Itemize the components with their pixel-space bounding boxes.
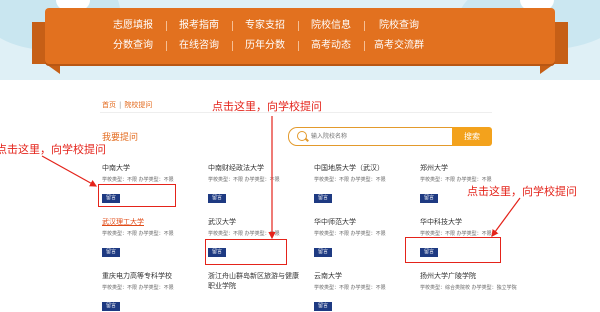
nav-item-college-info[interactable]: 院校信息 xyxy=(298,16,364,36)
nav-item-volunteer[interactable]: 志愿填报 xyxy=(100,16,166,36)
message-button[interactable]: 留言 xyxy=(314,302,333,311)
college-name[interactable]: 中国地质大学（武汉） xyxy=(314,163,414,173)
annotation-highlight-box xyxy=(405,237,501,263)
college-meta: 学校类型：不限 办学类型：不限 xyxy=(208,177,280,183)
college-card: 中国地质大学（武汉） 学校类型：不限 办学类型：不限 留言 xyxy=(314,163,414,203)
breadcrumb-current[interactable]: 院校提问 xyxy=(124,101,152,109)
nav-item-online-consult[interactable]: 在线咨询 xyxy=(166,36,232,56)
college-meta: 学校类型：不限 办学类型：不限 xyxy=(102,285,174,291)
search-icon xyxy=(297,131,307,141)
college-name[interactable]: 华中师范大学 xyxy=(314,217,414,227)
college-meta: 学校类型：不限 办学类型：不限 xyxy=(208,231,280,237)
college-name[interactable]: 中南大学 xyxy=(102,163,202,173)
college-name[interactable]: 武汉理工大学 xyxy=(102,217,202,227)
annotation-arrow xyxy=(41,155,98,187)
college-name[interactable]: 浙江舟山群岛新区旅游与健康职业学院 xyxy=(208,271,302,291)
college-name[interactable]: 扬州大学广陵学院 xyxy=(420,271,520,281)
breadcrumb-separator: | xyxy=(119,101,122,109)
college-card: 华中师范大学 学校类型：不限 办学类型：不限 留言 xyxy=(314,217,414,257)
college-name[interactable]: 中南财经政法大学 xyxy=(208,163,308,173)
college-name[interactable]: 重庆电力高等专科学校 xyxy=(102,271,202,281)
college-meta: 学校类型：不限 办学类型：不限 xyxy=(102,231,174,237)
nav-item-experts[interactable]: 专家支招 xyxy=(232,16,298,36)
breadcrumb-home[interactable]: 首页 xyxy=(102,101,116,109)
message-button[interactable]: 留言 xyxy=(420,194,439,203)
main-nav: 志愿填报 报考指南 专家支招 院校信息 院校查询 分数查询 在线咨询 历年分数 … xyxy=(100,16,500,56)
section-title: 我要提问 xyxy=(102,133,139,143)
annotation-text: 点击这里，向学校提问 xyxy=(467,185,577,198)
search-button[interactable]: 搜索 xyxy=(452,127,492,146)
college-name[interactable]: 华中科技大学 xyxy=(420,217,520,227)
nav-item-past-scores[interactable]: 历年分数 xyxy=(232,36,298,56)
college-name[interactable]: 云南大学 xyxy=(314,271,414,281)
college-meta: 学校类型：不限 办学类型：不限 xyxy=(314,231,386,237)
nav-item-college-search[interactable]: 院校查询 xyxy=(364,16,434,36)
nav-item-score-query[interactable]: 分数查询 xyxy=(100,36,166,56)
college-meta: 学校类型：不限 办学类型：不限 xyxy=(102,177,174,183)
college-card: 武汉理工大学 学校类型：不限 办学类型：不限 留言 xyxy=(102,217,202,257)
message-button[interactable]: 留言 xyxy=(314,194,333,203)
annotation-highlight-box xyxy=(205,239,287,265)
message-button[interactable]: 留言 xyxy=(208,194,227,203)
message-button[interactable]: 留言 xyxy=(102,248,121,257)
college-card: 扬州大学广陵学院 学校类型：综合类院校 办学类型：独立学院 xyxy=(420,271,520,292)
college-card: 浙江舟山群岛新区旅游与健康职业学院 xyxy=(208,271,302,291)
message-button[interactable]: 留言 xyxy=(102,302,121,311)
message-button[interactable]: 留言 xyxy=(314,248,333,257)
nav-item-community[interactable]: 高考交流群 xyxy=(364,36,434,56)
search-input[interactable] xyxy=(311,128,441,145)
college-name[interactable]: 武汉大学 xyxy=(208,217,308,227)
annotation-highlight-box xyxy=(98,184,176,207)
breadcrumb: 首页 | 院校提问 xyxy=(102,100,152,110)
college-meta: 学校类型：综合类院校 办学类型：独立学院 xyxy=(420,285,517,291)
search-box xyxy=(288,127,454,146)
annotation-text: 点击这里，向学校提问 xyxy=(212,100,322,113)
college-meta: 学校类型：不限 办学类型：不限 xyxy=(314,285,386,291)
annotation-text: 点击这里，向学校提问 xyxy=(0,143,106,156)
nav-item-guide[interactable]: 报考指南 xyxy=(166,16,232,36)
college-card: 中南财经政法大学 学校类型：不限 办学类型：不限 留言 xyxy=(208,163,308,203)
college-card: 重庆电力高等专科学校 学校类型：不限 办学类型：不限 留言 xyxy=(102,271,202,311)
college-meta: 学校类型：不限 办学类型：不限 xyxy=(314,177,386,183)
college-card: 云南大学 学校类型：不限 办学类型：不限 留言 xyxy=(314,271,414,311)
college-name[interactable]: 郑州大学 xyxy=(420,163,520,173)
nav-item-news[interactable]: 高考动态 xyxy=(298,36,364,56)
